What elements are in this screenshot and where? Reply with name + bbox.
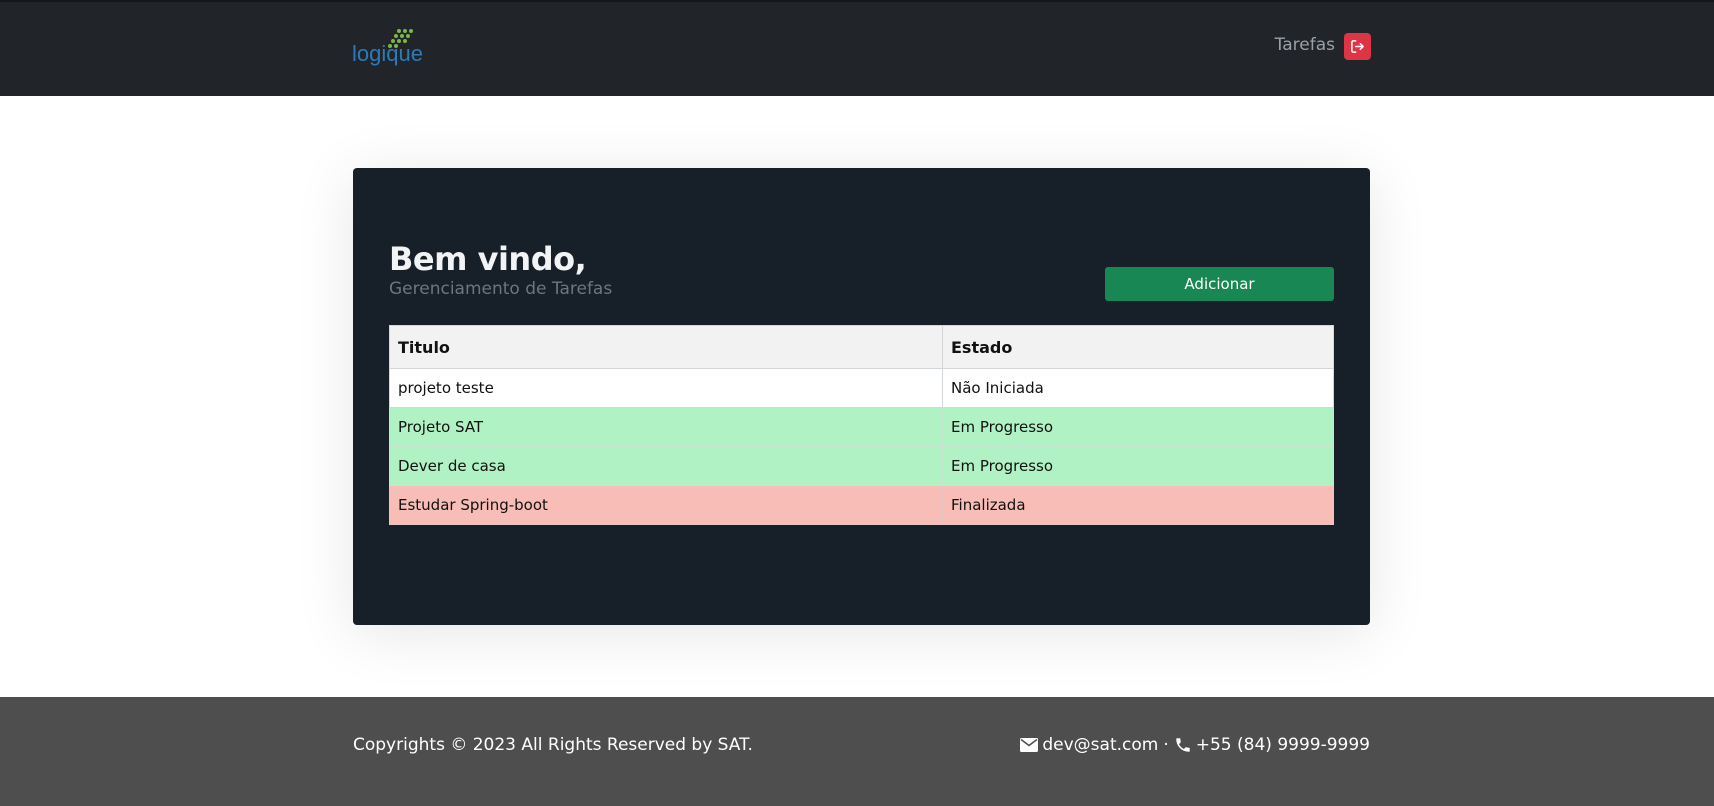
table-header-row: Titulo Estado [389, 325, 1334, 369]
task-status-cell: Não Iniciada [942, 368, 1334, 408]
table-row[interactable]: projeto teste Não Iniciada [389, 368, 1334, 408]
copyright-text: Copyrights © 2023 All Rights Reserved by… [353, 735, 753, 755]
svg-text:logique: logique [352, 41, 423, 66]
task-title-cell: Dever de casa [389, 446, 943, 486]
logique-logo[interactable]: logique [352, 28, 428, 72]
footer: Copyrights © 2023 All Rights Reserved by… [0, 697, 1714, 806]
top-navbar: logique Tarefas [0, 0, 1714, 96]
logout-button[interactable] [1344, 33, 1371, 60]
page-subtitle: Gerenciamento de Tarefas [389, 279, 613, 299]
task-status-cell: Em Progresso [942, 407, 1334, 447]
task-status-cell: Finalizada [942, 485, 1334, 525]
nav-link-tarefas[interactable]: Tarefas [1275, 35, 1335, 55]
phone-number[interactable]: +55 (84) 9999-9999 [1196, 735, 1370, 755]
table-row[interactable]: Dever de casa Em Progresso [389, 446, 1334, 486]
logout-icon [1351, 40, 1364, 53]
task-title-cell: Projeto SAT [389, 407, 943, 447]
phone-icon [1176, 738, 1190, 752]
task-title-cell: projeto teste [389, 368, 943, 408]
separator-dot: · [1163, 735, 1169, 755]
column-header-estado: Estado [942, 325, 1334, 369]
table-row[interactable]: Estudar Spring-boot Finalizada [389, 485, 1334, 525]
contact-info: dev@sat.com · +55 (84) 9999-9999 [1020, 735, 1370, 755]
tasks-table: Titulo Estado projeto teste Não Iniciada… [389, 325, 1334, 525]
envelope-icon [1020, 738, 1039, 752]
add-task-button[interactable]: Adicionar [1105, 267, 1334, 301]
page-title: Bem vindo, [389, 240, 587, 278]
tasks-card: Bem vindo, Gerenciamento de Tarefas Adic… [353, 168, 1370, 625]
column-header-titulo: Titulo [389, 325, 943, 369]
table-row[interactable]: Projeto SAT Em Progresso [389, 407, 1334, 447]
navbar-right: Tarefas [1275, 33, 1371, 60]
task-status-cell: Em Progresso [942, 446, 1334, 486]
task-title-cell: Estudar Spring-boot [389, 485, 943, 525]
email-link[interactable]: dev@sat.com [1042, 735, 1158, 755]
